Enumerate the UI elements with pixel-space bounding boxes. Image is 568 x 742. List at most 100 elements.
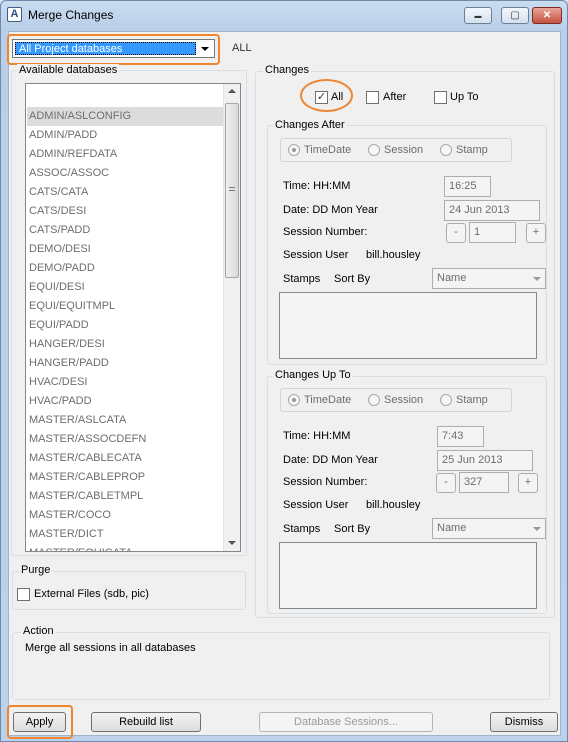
list-item[interactable]: EQUI/PADD bbox=[27, 316, 223, 335]
list-item[interactable]: HVAC/PADD bbox=[27, 392, 223, 411]
title-bar[interactable]: A Merge Changes ▬ ▢ ✕ bbox=[1, 1, 567, 29]
external-files-label: External Files (sdb, pic) bbox=[34, 588, 149, 600]
upto-time-field[interactable]: 7:43 bbox=[437, 426, 484, 447]
changes-after-label: Changes After bbox=[273, 119, 347, 131]
upto-date-label: Date: DD Mon Year bbox=[283, 454, 378, 466]
app-icon: A bbox=[7, 7, 22, 22]
upto-session-decrement-button[interactable]: - bbox=[436, 473, 456, 493]
upto-session-user-value: bill.housley bbox=[366, 499, 421, 511]
upto-stamp-radio[interactable] bbox=[440, 394, 452, 406]
list-item[interactable]: MASTER/CABLECATA bbox=[27, 449, 223, 468]
available-databases-label: Available databases bbox=[17, 64, 120, 76]
upto-session-number-label: Session Number: bbox=[283, 476, 368, 488]
after-session-number-field[interactable]: 1 bbox=[469, 222, 516, 243]
upto-stamp-label: Stamp bbox=[456, 394, 488, 406]
maximize-button[interactable]: ▢ bbox=[501, 7, 529, 24]
list-item[interactable]: ASSOC/ASSOC bbox=[27, 164, 223, 183]
upto-date-field[interactable]: 25 Jun 2013 bbox=[437, 450, 533, 471]
changes-after-label: After bbox=[383, 91, 407, 103]
after-session-radio[interactable] bbox=[368, 144, 380, 156]
database-list-scrollbar[interactable] bbox=[223, 84, 240, 551]
list-item[interactable]: DEMO/DESI bbox=[27, 240, 223, 259]
after-sort-by-value: Name bbox=[437, 272, 467, 284]
upto-session-label: Session bbox=[384, 394, 424, 406]
upto-session-radio[interactable] bbox=[368, 394, 380, 406]
chevron-down-icon bbox=[533, 277, 541, 281]
action-label: Action bbox=[21, 625, 56, 637]
after-stamps-list[interactable] bbox=[279, 292, 537, 359]
after-timedate-radio[interactable] bbox=[288, 144, 300, 156]
external-files-checkbox[interactable] bbox=[17, 588, 30, 601]
upto-timedate-label: TimeDate bbox=[304, 394, 352, 406]
after-time-label: Time: HH:MM bbox=[283, 180, 351, 192]
after-session-increment-button[interactable]: + bbox=[526, 223, 546, 243]
list-item[interactable]: EQUI/DESI bbox=[27, 278, 223, 297]
changes-after-checkbox[interactable] bbox=[366, 91, 379, 104]
after-sort-by-label: Sort By bbox=[334, 273, 371, 285]
purge-label: Purge bbox=[19, 564, 53, 576]
list-item[interactable]: EQUI/EQUITMPL bbox=[27, 297, 223, 316]
list-item[interactable]: HVAC/DESI bbox=[27, 373, 223, 392]
after-session-user-value: bill.housley bbox=[366, 249, 421, 261]
after-timedate-label: TimeDate bbox=[304, 144, 352, 156]
list-item[interactable]: ADMIN/PADD bbox=[27, 126, 223, 145]
rebuild-list-button[interactable]: Rebuild list bbox=[91, 712, 201, 732]
upto-sort-by-combo[interactable]: Name bbox=[432, 518, 546, 539]
list-item[interactable]: MASTER/EQUICATA bbox=[27, 544, 223, 551]
dialog-client-area: All Project databases ALL Available data… bbox=[7, 31, 561, 739]
merge-changes-window: A Merge Changes ▬ ▢ ✕ All Project databa… bbox=[0, 0, 568, 742]
list-item[interactable]: ADMIN/REFDATA bbox=[27, 145, 223, 164]
upto-timedate-radio[interactable] bbox=[288, 394, 300, 406]
upto-session-user-label: Session User bbox=[283, 499, 349, 511]
scope-label: ALL bbox=[232, 42, 252, 54]
list-item[interactable]: CATS/PADD bbox=[27, 221, 223, 240]
list-item[interactable]: MASTER/CABLETMPL bbox=[27, 487, 223, 506]
minimize-icon: ▬ bbox=[474, 13, 482, 20]
list-item[interactable]: ADMIN/ASLCONFIG bbox=[27, 107, 223, 126]
upto-stamps-label: Stamps bbox=[283, 523, 321, 535]
upto-session-increment-button[interactable]: + bbox=[518, 473, 538, 493]
list-item[interactable]: MASTER/COCO bbox=[27, 506, 223, 525]
upto-sort-by-value: Name bbox=[437, 522, 467, 534]
window-title: Merge Changes bbox=[28, 8, 114, 22]
list-item[interactable]: MASTER/CABLEPROP bbox=[27, 468, 223, 487]
highlight-all-checkbox bbox=[300, 79, 353, 112]
scroll-thumb[interactable] bbox=[225, 103, 239, 278]
after-session-number-label: Session Number: bbox=[283, 226, 368, 238]
action-description: Merge all sessions in all databases bbox=[25, 642, 196, 654]
after-stamp-label: Stamp bbox=[456, 144, 488, 156]
changes-up-to-label: Changes Up To bbox=[273, 369, 353, 381]
scroll-down-icon[interactable] bbox=[228, 541, 236, 545]
after-date-field[interactable]: 24 Jun 2013 bbox=[444, 200, 540, 221]
highlight-apply-button bbox=[7, 705, 73, 739]
minimize-button[interactable]: ▬ bbox=[464, 7, 492, 24]
list-item[interactable]: HANGER/PADD bbox=[27, 354, 223, 373]
database-sessions-button[interactable]: Database Sessions... bbox=[259, 712, 433, 732]
upto-sort-by-label: Sort By bbox=[334, 523, 371, 535]
dismiss-button[interactable]: Dismiss bbox=[490, 712, 558, 732]
after-stamp-radio[interactable] bbox=[440, 144, 452, 156]
chevron-down-icon bbox=[533, 527, 541, 531]
after-session-decrement-button[interactable]: - bbox=[446, 223, 466, 243]
list-item[interactable]: CATS/CATA bbox=[27, 183, 223, 202]
after-sort-by-combo[interactable]: Name bbox=[432, 268, 546, 289]
scroll-up-icon[interactable] bbox=[228, 89, 236, 93]
list-item[interactable]: HANGER/DESI bbox=[27, 335, 223, 354]
after-time-field[interactable]: 16:25 bbox=[444, 176, 491, 197]
list-item[interactable]: CATS/DESI bbox=[27, 202, 223, 221]
highlight-scope-combo bbox=[7, 34, 220, 65]
close-button[interactable]: ✕ bbox=[532, 7, 562, 24]
upto-session-number-field[interactable]: 327 bbox=[459, 472, 509, 493]
changes-label: Changes bbox=[263, 64, 312, 76]
after-stamps-label: Stamps bbox=[283, 273, 321, 285]
upto-stamps-list[interactable] bbox=[279, 542, 537, 609]
database-list-items: ADMIN/ASLCONFIG ADMIN/PADD ADMIN/REFDATA… bbox=[27, 107, 223, 551]
changes-up-to-checkbox[interactable] bbox=[434, 91, 447, 104]
list-item[interactable]: MASTER/ASSOCDEFN bbox=[27, 430, 223, 449]
upto-time-label: Time: HH:MM bbox=[283, 430, 351, 442]
available-databases-list[interactable]: ADMIN/ASLCONFIG ADMIN/PADD ADMIN/REFDATA… bbox=[25, 83, 241, 552]
list-item[interactable]: MASTER/DICT bbox=[27, 525, 223, 544]
list-item[interactable]: MASTER/ASLCATA bbox=[27, 411, 223, 430]
list-item[interactable]: DEMO/PADD bbox=[27, 259, 223, 278]
after-session-user-label: Session User bbox=[283, 249, 349, 261]
